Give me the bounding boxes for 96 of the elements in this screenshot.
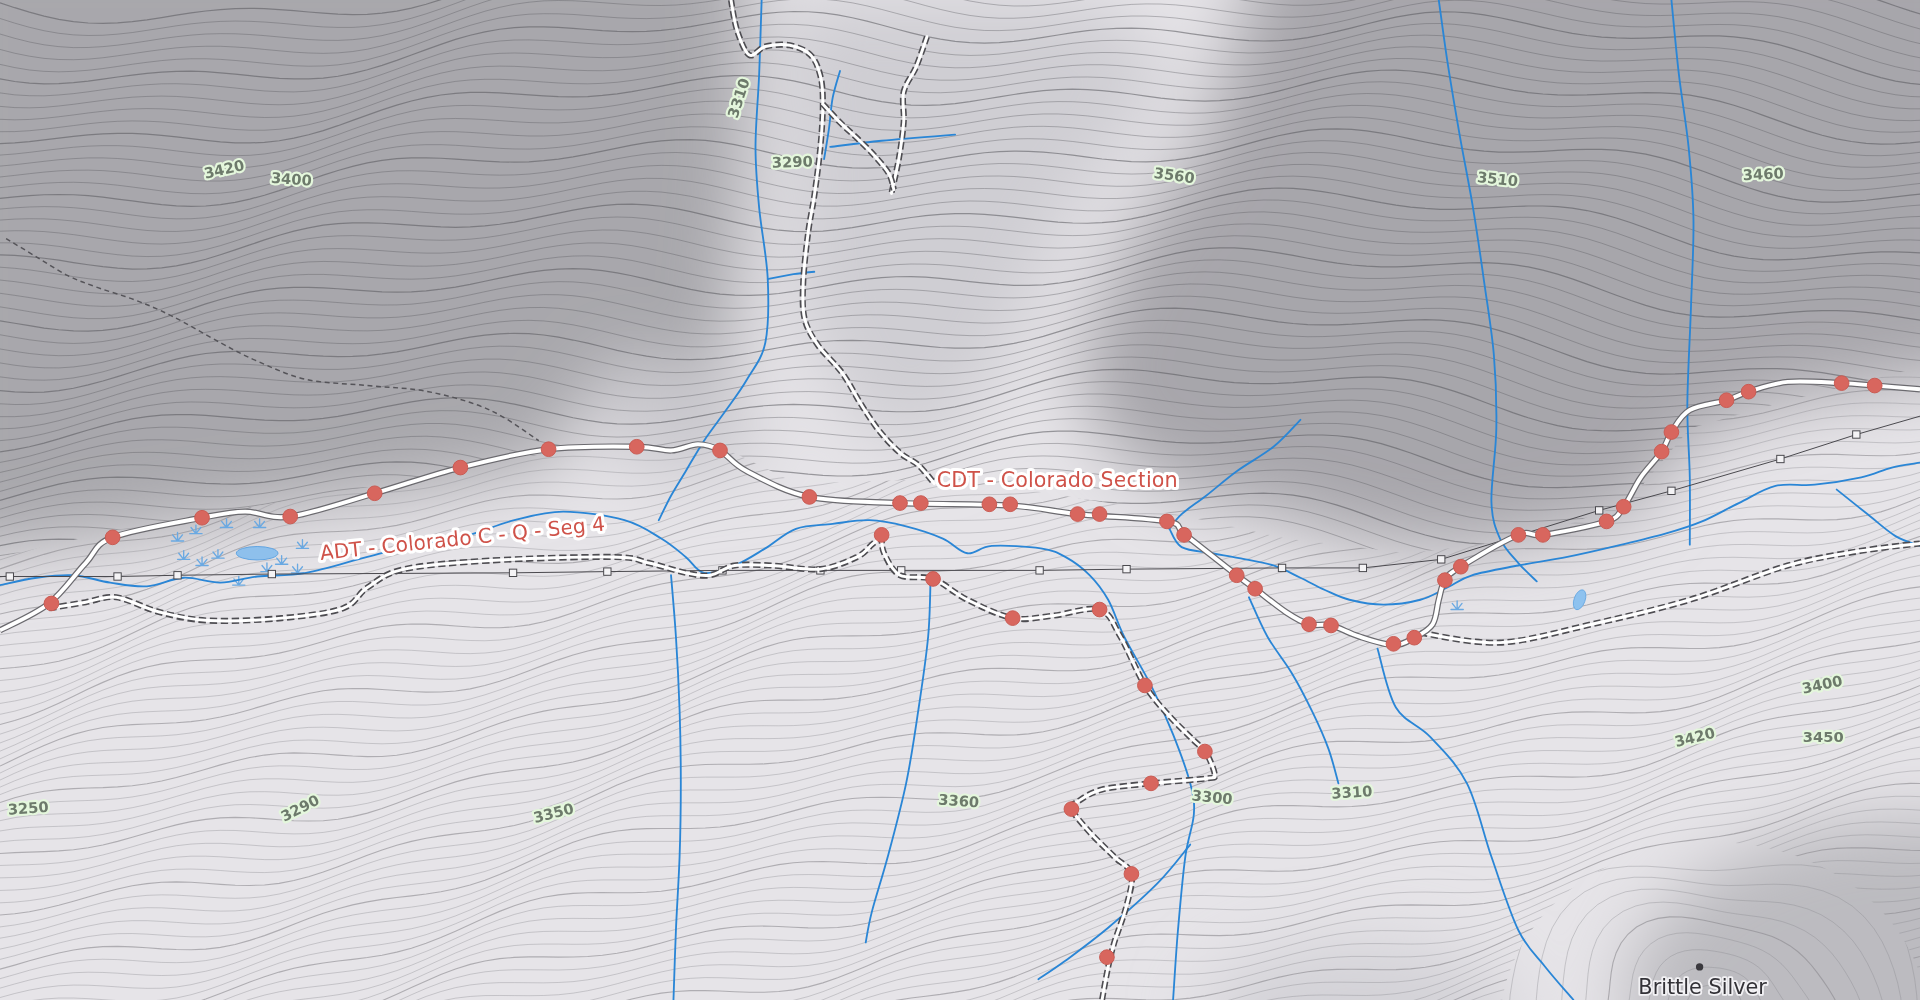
waypoint-dot-icon (801, 489, 818, 505)
waypoint-dot-icon (925, 571, 941, 587)
waypoint-dot-icon (282, 508, 299, 525)
waypoint-dot-icon (1385, 636, 1402, 652)
waypoint-dot-icon (452, 459, 469, 476)
waypoint-dot-icon (540, 441, 557, 458)
pylon-marker-icon (173, 571, 182, 580)
waypoint-dot-icon (892, 495, 908, 511)
waypoint-dot-icon (1663, 424, 1680, 440)
elevation-label: 3510 (1476, 168, 1519, 190)
elevation-label: 3450 (1802, 728, 1844, 746)
waypoint-dot-icon (1453, 558, 1469, 575)
pylon-marker-icon (1122, 565, 1131, 574)
waypoint-dot-icon (1159, 513, 1175, 530)
pylon-marker-icon (1437, 555, 1446, 564)
elevation-label: 3420 (202, 156, 246, 182)
waypoint-dot-icon (1063, 801, 1080, 817)
waypoint-dot-icon (1091, 601, 1108, 618)
waypoint-dot-icon (1301, 616, 1317, 633)
pylon-marker-icon (1667, 486, 1676, 495)
pylon-marker-icon (5, 572, 14, 581)
elevation-label: 3400 (1800, 671, 1844, 697)
waypoint-dot-icon (712, 442, 728, 459)
marsh-symbol-icon (170, 531, 185, 542)
elevation-label: 3350 (531, 799, 576, 826)
marsh-symbol-icon (219, 518, 234, 529)
waypoint-dot-icon (873, 527, 890, 543)
elevation-label: 3360 (937, 790, 980, 811)
elevation-label: 3310 (1330, 782, 1373, 802)
pylon-marker-icon (1852, 430, 1861, 439)
elevation-label: 3460 (1742, 164, 1785, 184)
waypoint-dot-icon (1197, 743, 1213, 760)
waypoint-dot-icon (1598, 513, 1615, 530)
waypoint-dot-icon (1002, 496, 1019, 513)
marsh-symbol-icon (252, 518, 267, 529)
marsh-symbol-icon (231, 575, 246, 586)
waypoint-dot-icon (981, 496, 998, 513)
pond-shape (1572, 589, 1587, 611)
route-label: CDT - Colorado Section (936, 468, 1178, 493)
waypoint-dot-icon (1740, 383, 1757, 400)
pylon-marker-icon (1277, 563, 1287, 573)
marsh-symbol-icon (1450, 600, 1464, 611)
waypoint-dot-icon (628, 438, 645, 455)
elevation-label: 3250 (7, 797, 50, 818)
marsh-symbol-icon (274, 555, 289, 565)
marsh-symbol-icon (189, 524, 203, 535)
marsh-symbol-icon (290, 563, 305, 574)
waypoint-dot-icon (1535, 527, 1551, 543)
pylon-marker-icon (1358, 563, 1367, 573)
pond-shape (235, 546, 279, 561)
marsh-symbol-icon (295, 539, 310, 550)
waypoint-dot-icon (1406, 629, 1423, 646)
waypoint-dot-icon (1069, 506, 1086, 522)
waypoint-dot-icon (1123, 866, 1140, 882)
marsh-symbol-icon (176, 550, 191, 561)
waypoint-dot-icon (366, 485, 383, 502)
waypoint-dot-icon (1323, 617, 1339, 634)
elevation-label: 3290 (771, 152, 813, 171)
waypoint-dot-icon (194, 509, 210, 526)
elevation-label: 3300 (1191, 786, 1234, 808)
pylon-marker-icon (816, 566, 825, 575)
elevation-label: 3420 (1672, 723, 1717, 751)
waypoint-dot-icon (104, 529, 121, 546)
pylon-marker-icon (897, 566, 906, 575)
marsh-symbol-icon (211, 548, 225, 559)
waypoint-dot-icon (1833, 375, 1850, 391)
pylon-marker-icon (1595, 506, 1604, 515)
waypoint-dot-icon (43, 595, 60, 612)
elevation-label: 3310 (723, 75, 753, 120)
pylon-marker-icon (1035, 566, 1044, 575)
pylon-marker-icon (113, 572, 122, 581)
waypoint-dot-icon (913, 495, 929, 511)
waypoint-dot-icon (1091, 506, 1108, 522)
waypoint-dot-icon (1137, 677, 1153, 694)
waypoint-dot-icon (1510, 527, 1527, 543)
summit-dot-icon (1695, 963, 1704, 971)
pylon-marker-icon (1776, 454, 1785, 464)
pylon-marker-icon (508, 568, 518, 577)
waypoint-dot-icon (1718, 392, 1735, 409)
waypoint-dot-icon (1228, 567, 1245, 584)
waypoint-dot-icon (1099, 949, 1115, 965)
marsh-symbol-icon (260, 562, 274, 573)
waypoint-dot-icon (1004, 610, 1021, 626)
pylon-marker-icon (267, 569, 276, 579)
elevation-label: 3560 (1152, 163, 1196, 187)
waypoint-dot-icon (1176, 527, 1192, 543)
elevation-label: 3400 (270, 168, 313, 189)
waypoint-dot-icon (1437, 572, 1453, 588)
waypoint-dot-icon (1653, 443, 1670, 460)
waypoint-dot-icon (1866, 377, 1883, 394)
marsh-symbol-icon (195, 556, 209, 567)
place-label: Brittle Silver (1638, 974, 1767, 999)
waypoint-dot-icon (1143, 775, 1159, 792)
pylon-marker-icon (603, 567, 612, 576)
waypoint-dot-icon (1615, 498, 1632, 515)
waypoint-dot-icon (1247, 580, 1263, 597)
